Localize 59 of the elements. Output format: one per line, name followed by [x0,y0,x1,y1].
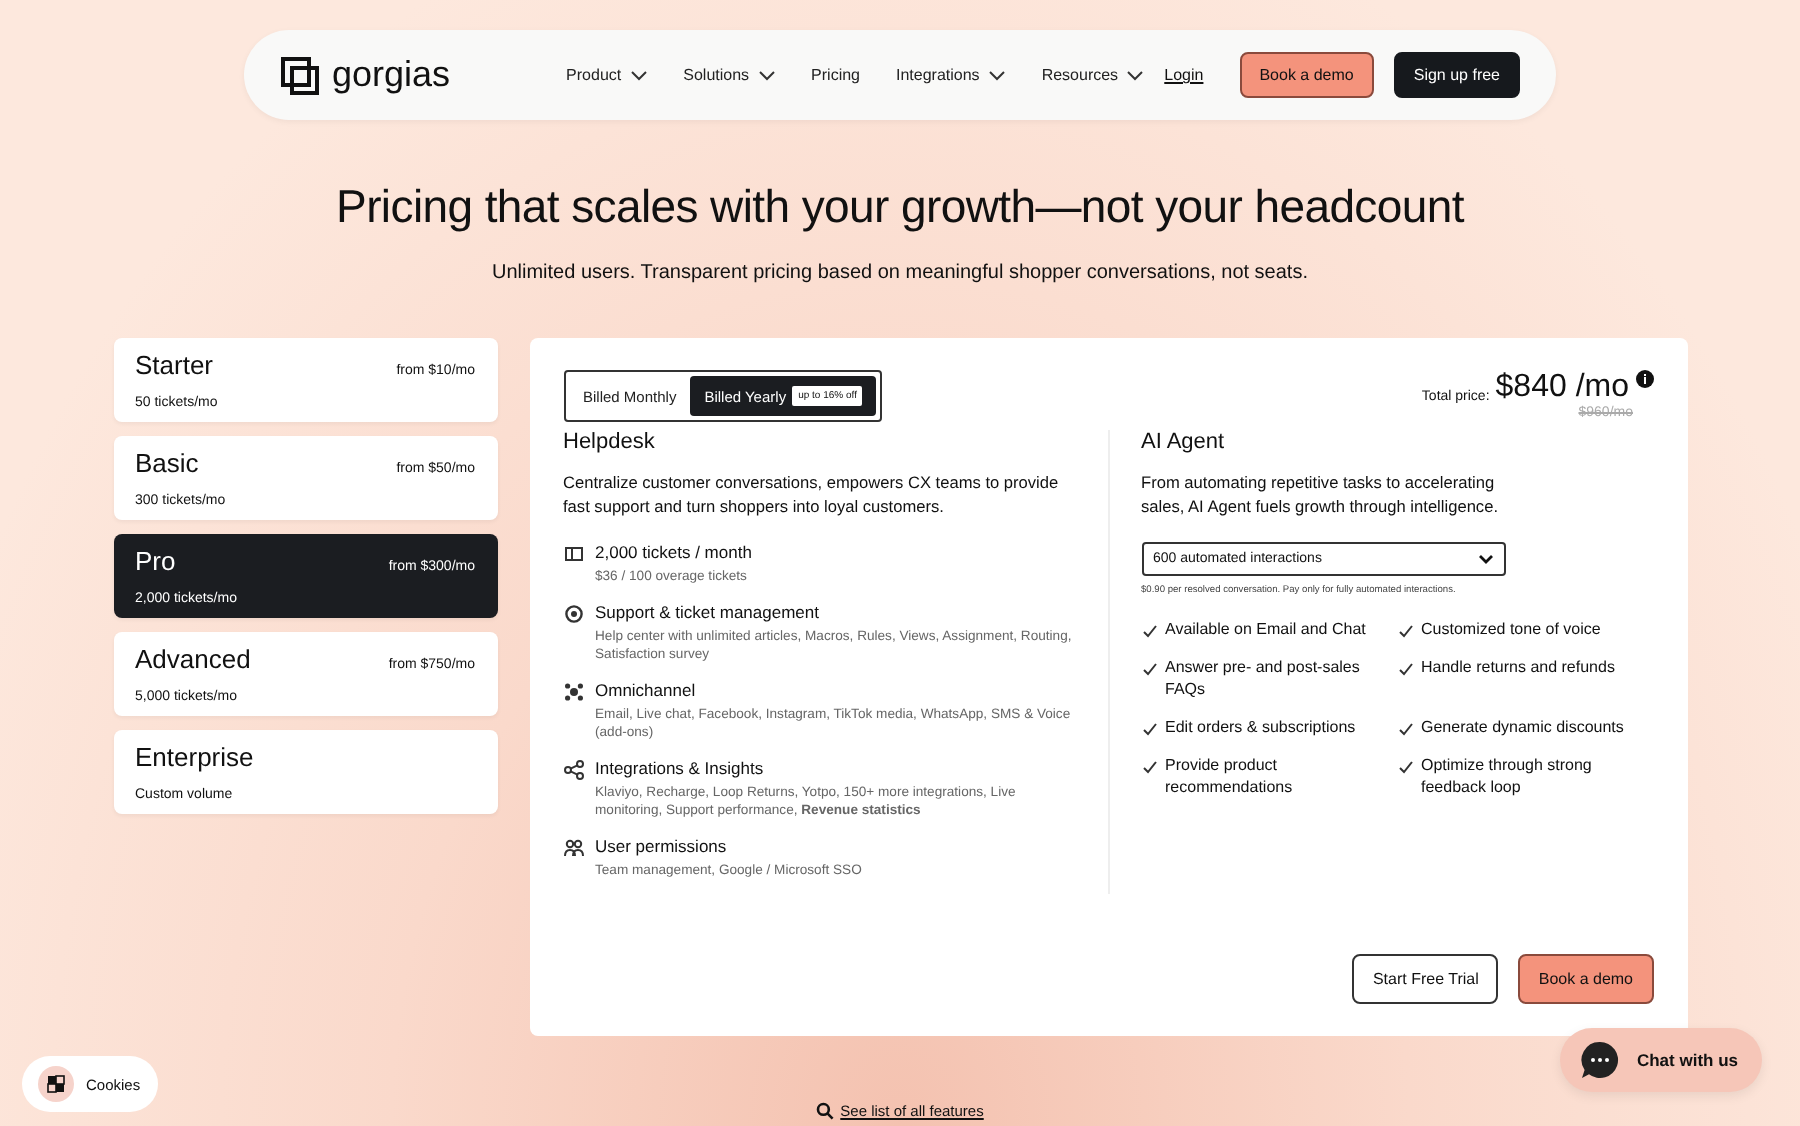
start-trial-button[interactable]: Start Free Trial [1352,954,1499,1004]
feature-text: Provide product recommendations [1165,754,1295,798]
chevron-icon [1126,69,1145,81]
logo-icon [280,55,320,95]
logo-text[interactable]: gorgias [332,54,451,96]
feature-text: Generate dynamic discounts [1421,716,1624,738]
plan-name: Starter [135,350,214,380]
total-price: $840 /mo [1495,370,1629,405]
section-title: AI Agent [1141,430,1227,454]
share-icon [563,759,583,779]
check-icon [1141,722,1157,736]
feature-title: User permissions [595,835,729,855]
chat-button[interactable]: Chat with us [1560,1028,1762,1092]
feature-title: Integrations & Insights [595,757,766,777]
login-link[interactable]: Login [1164,66,1204,84]
chevron-icon [757,69,776,81]
nav-link[interactable]: Resources [1041,66,1145,84]
plan-name: Pro [135,546,176,576]
check-icon [1397,624,1413,638]
section-description: Centralize customer conversations, empowers CX teams to provide fast support and turn shoppers into loyal customers. [563,470,1061,518]
feature-text: Customized tone of voice [1421,618,1601,640]
nav-link[interactable]: Product [566,66,648,84]
plan-name: Enterprise [135,742,254,772]
chat-icon [1580,1040,1621,1080]
feature-text: Answer pre- and post-sales FAQs [1165,656,1362,700]
feature-title: 2,000 tickets / month [595,542,752,562]
chevron-icon [629,69,648,81]
book-demo-button[interactable]: Book a demo [1239,52,1374,98]
feature-text: Edit orders & subscriptions [1165,716,1356,738]
feature-title: Support & ticket management [595,601,821,621]
section-title: Helpdesk [563,430,657,454]
check-icon [1141,662,1157,676]
nav-link[interactable]: Solutions [683,66,776,84]
feature-text: Handle returns and refunds [1421,656,1615,680]
cookie-icon [38,1066,74,1102]
info-icon[interactable] [1635,370,1653,388]
ticket-icon [563,544,583,564]
users-icon [563,837,583,857]
plan-name: Advanced [135,644,251,674]
check-icon [1397,760,1413,774]
feature-text: Available on Email and Chat [1165,618,1366,640]
feature-text: Optimize through strong feedback loop [1421,754,1594,798]
network-icon [563,681,583,701]
sign-up-button[interactable]: Sign up free [1393,52,1520,98]
nav-link[interactable]: Pricing [811,66,860,84]
page-subheading: Unlimited users. Transparent pricing based on meaningful shopper conversations, not seats. [491,262,1308,284]
feature-title: Omnichannel [595,679,698,699]
check-icon [1141,760,1157,774]
section-description: From automating repetitive tasks to accelerating sales, AI Agent fuels growth through intelligence. [1141,470,1500,518]
book-demo-button[interactable]: Book a demo [1518,954,1653,1004]
check-icon [1397,662,1413,676]
chevron-icon [1477,554,1493,564]
check-icon [1397,722,1413,736]
check-icon [1141,624,1157,638]
search-icon [816,1102,835,1120]
chevron-icon [987,69,1006,81]
page-heading: Pricing that scales with your growth—not your headcount [336,180,1464,234]
nav-link[interactable]: Integrations [896,66,1006,84]
plan-name: Basic [135,448,199,478]
